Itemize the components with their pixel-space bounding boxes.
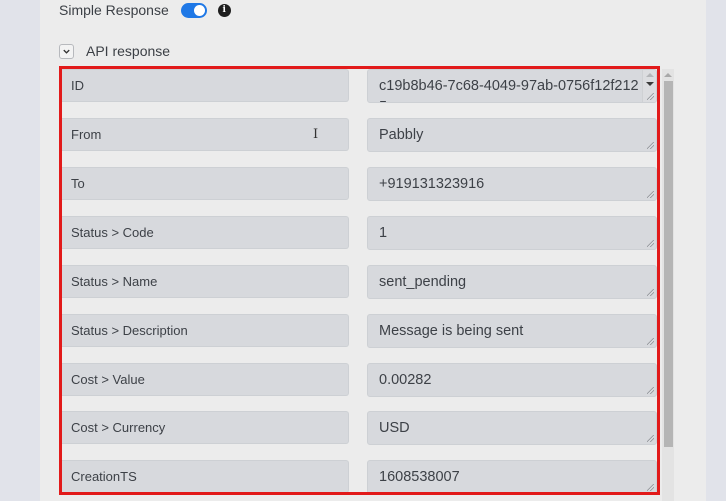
field-key-input[interactable]: Status > Description xyxy=(62,314,349,347)
field-key-text: Cost > Currency xyxy=(71,420,166,435)
field-value-textarea[interactable]: 1608538007 xyxy=(367,460,657,492)
field-key-text: Status > Description xyxy=(71,323,188,338)
field-key-input[interactable]: Cost > Currency xyxy=(62,411,349,444)
resize-grip-icon[interactable] xyxy=(647,484,654,491)
resize-grip-icon[interactable] xyxy=(647,240,654,247)
field-row: CreationTS 1608538007 xyxy=(62,460,657,492)
field-key-text: Status > Name xyxy=(71,274,158,289)
vertical-scrollbar[interactable] xyxy=(662,69,674,501)
field-row: Cost > Value 0.00282 xyxy=(62,363,657,397)
field-row: Status > Code 1 xyxy=(62,216,657,250)
field-value-textarea[interactable]: 1 xyxy=(367,216,657,250)
field-row: From Pabbly xyxy=(62,118,657,152)
field-value-text: +919131323916 xyxy=(379,176,485,192)
field-value-text: c19b8b46-7c68-4049-97ab-0756f12f2125 xyxy=(379,78,639,102)
field-key-input[interactable]: Status > Name xyxy=(62,265,349,298)
field-value-text: 1608538007 xyxy=(379,469,460,485)
field-value-textarea[interactable]: +919131323916 xyxy=(367,167,657,201)
field-key-text: Cost > Value xyxy=(71,372,145,387)
scroll-down-arrow-icon[interactable] xyxy=(646,82,654,86)
field-value-text: sent_pending xyxy=(379,274,467,290)
scroll-up-arrow-icon[interactable] xyxy=(646,73,654,77)
field-row: Status > Name sent_pending xyxy=(62,265,657,299)
resize-grip-icon[interactable] xyxy=(647,289,654,296)
api-response-header[interactable]: API response xyxy=(59,42,170,60)
field-value-text: USD xyxy=(379,420,410,436)
field-value-textarea[interactable]: Message is being sent xyxy=(367,314,657,348)
resize-grip-icon[interactable] xyxy=(647,191,654,198)
resize-grip-icon[interactable] xyxy=(647,142,654,149)
scrollbar-thumb[interactable] xyxy=(664,81,673,447)
field-value-text: 0.00282 xyxy=(379,372,432,388)
field-key-text: Status > Code xyxy=(71,225,154,240)
field-value-textarea[interactable]: sent_pending xyxy=(367,265,657,299)
field-key-input[interactable]: CreationTS xyxy=(62,460,349,492)
resize-grip-icon[interactable] xyxy=(647,93,654,100)
field-key-input[interactable]: ID xyxy=(62,69,349,102)
text-cursor-icon: I xyxy=(313,127,319,142)
chevron-down-icon[interactable] xyxy=(59,43,74,59)
field-key-input[interactable]: To xyxy=(62,167,349,200)
api-response-fields-highlight: ID c19b8b46-7c68-4049-97ab-0756f12f2125 Fr… xyxy=(59,66,660,495)
field-key-input[interactable]: Status > Code xyxy=(62,216,349,249)
toggle-knob xyxy=(193,4,205,16)
resize-grip-icon[interactable] xyxy=(647,435,654,442)
resize-grip-icon[interactable] xyxy=(647,338,654,345)
field-key-input[interactable]: From xyxy=(62,118,349,151)
simple-response-label: Simple Response xyxy=(59,2,169,18)
field-value-text: 1 xyxy=(379,225,388,241)
field-value-textarea[interactable]: 0.00282 xyxy=(367,363,657,397)
resize-grip-icon[interactable] xyxy=(647,387,654,394)
field-value-textarea[interactable]: Pabbly xyxy=(367,118,657,152)
field-key-text: CreationTS xyxy=(71,469,137,484)
field-row: To +919131323916 xyxy=(62,167,657,201)
field-value-textarea[interactable]: c19b8b46-7c68-4049-97ab-0756f12f2125 xyxy=(367,69,657,103)
api-response-label: API response xyxy=(86,43,171,59)
field-key-text: To xyxy=(71,176,85,191)
field-row: ID c19b8b46-7c68-4049-97ab-0756f12f2125 xyxy=(62,69,657,103)
field-value-text: Message is being sent xyxy=(379,323,524,339)
field-value-text: Pabbly xyxy=(379,127,424,143)
info-icon[interactable]: i xyxy=(217,3,231,17)
field-key-input[interactable]: Cost > Value xyxy=(62,363,349,396)
field-key-text: ID xyxy=(71,78,84,93)
field-row: Cost > Currency USD xyxy=(62,411,657,445)
field-value-textarea[interactable]: USD xyxy=(367,411,657,445)
simple-response-row: Simple Response i xyxy=(59,0,231,20)
simple-response-toggle[interactable] xyxy=(180,2,207,18)
field-row: Status > Description Message is being sen… xyxy=(62,314,657,348)
field-key-text: From xyxy=(71,127,102,142)
scroll-up-arrow-icon[interactable] xyxy=(664,73,672,77)
